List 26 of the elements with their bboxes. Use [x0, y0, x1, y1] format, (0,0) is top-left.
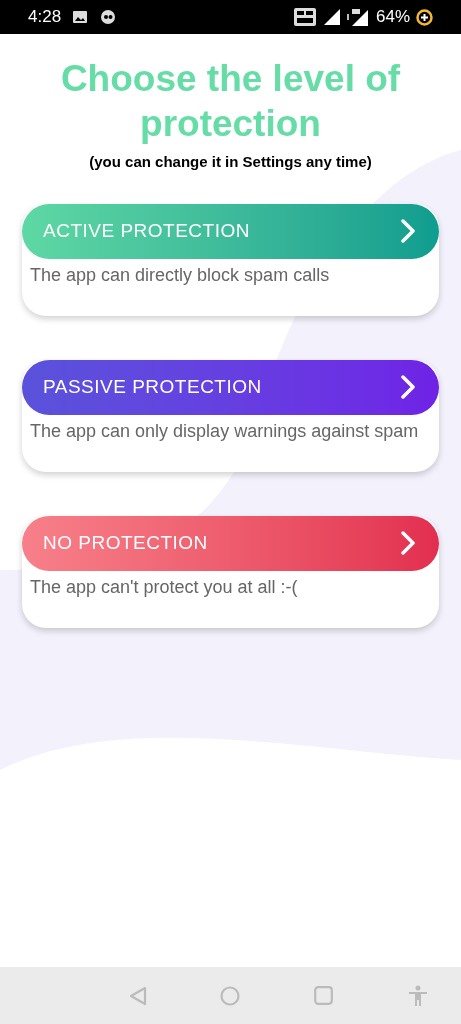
option-header-button[interactable]: PASSIVE PROTECTION — [22, 359, 439, 415]
home-icon[interactable] — [220, 985, 240, 1006]
signal-icon — [323, 9, 340, 25]
image-icon — [73, 11, 88, 23]
option-label: PASSIVE PROTECTION — [43, 374, 263, 399]
option-card[interactable]: PASSIVE PROTECTION The app can only display warnings against spam — [22, 359, 439, 472]
back-icon[interactable] — [128, 985, 148, 1006]
option-label: ACTIVE PROTECTION — [43, 218, 251, 243]
chevron-right-icon — [401, 219, 415, 243]
option-description: The app can't protect you at all :-( — [29, 575, 299, 599]
option-description: The app can directly block spam calls — [29, 263, 331, 287]
option-label: NO PROTECTION — [43, 530, 209, 555]
chevron-right-icon — [401, 375, 415, 399]
option-card[interactable]: NO PROTECTION The app can't protect you at all :-( — [22, 515, 439, 628]
page-title: Choose the level of protection — [59, 57, 402, 146]
chevron-right-icon — [401, 531, 415, 555]
page-subtitle: (you can change it in Settings any time) — [89, 152, 372, 172]
signal-4g-icon — [345, 8, 368, 26]
option-card[interactable]: ACTIVE PROTECTION The app can directly block spam calls — [22, 203, 439, 316]
accessibility-icon[interactable] — [408, 984, 428, 1007]
recents-icon[interactable] — [314, 986, 333, 1005]
battery-percent: 64% — [375, 6, 410, 29]
battery-saver-icon — [416, 8, 433, 26]
status-time: 4:28 — [28, 6, 62, 29]
app-icon — [101, 10, 116, 24]
option-description: The app can only display warnings against spam — [29, 419, 420, 443]
